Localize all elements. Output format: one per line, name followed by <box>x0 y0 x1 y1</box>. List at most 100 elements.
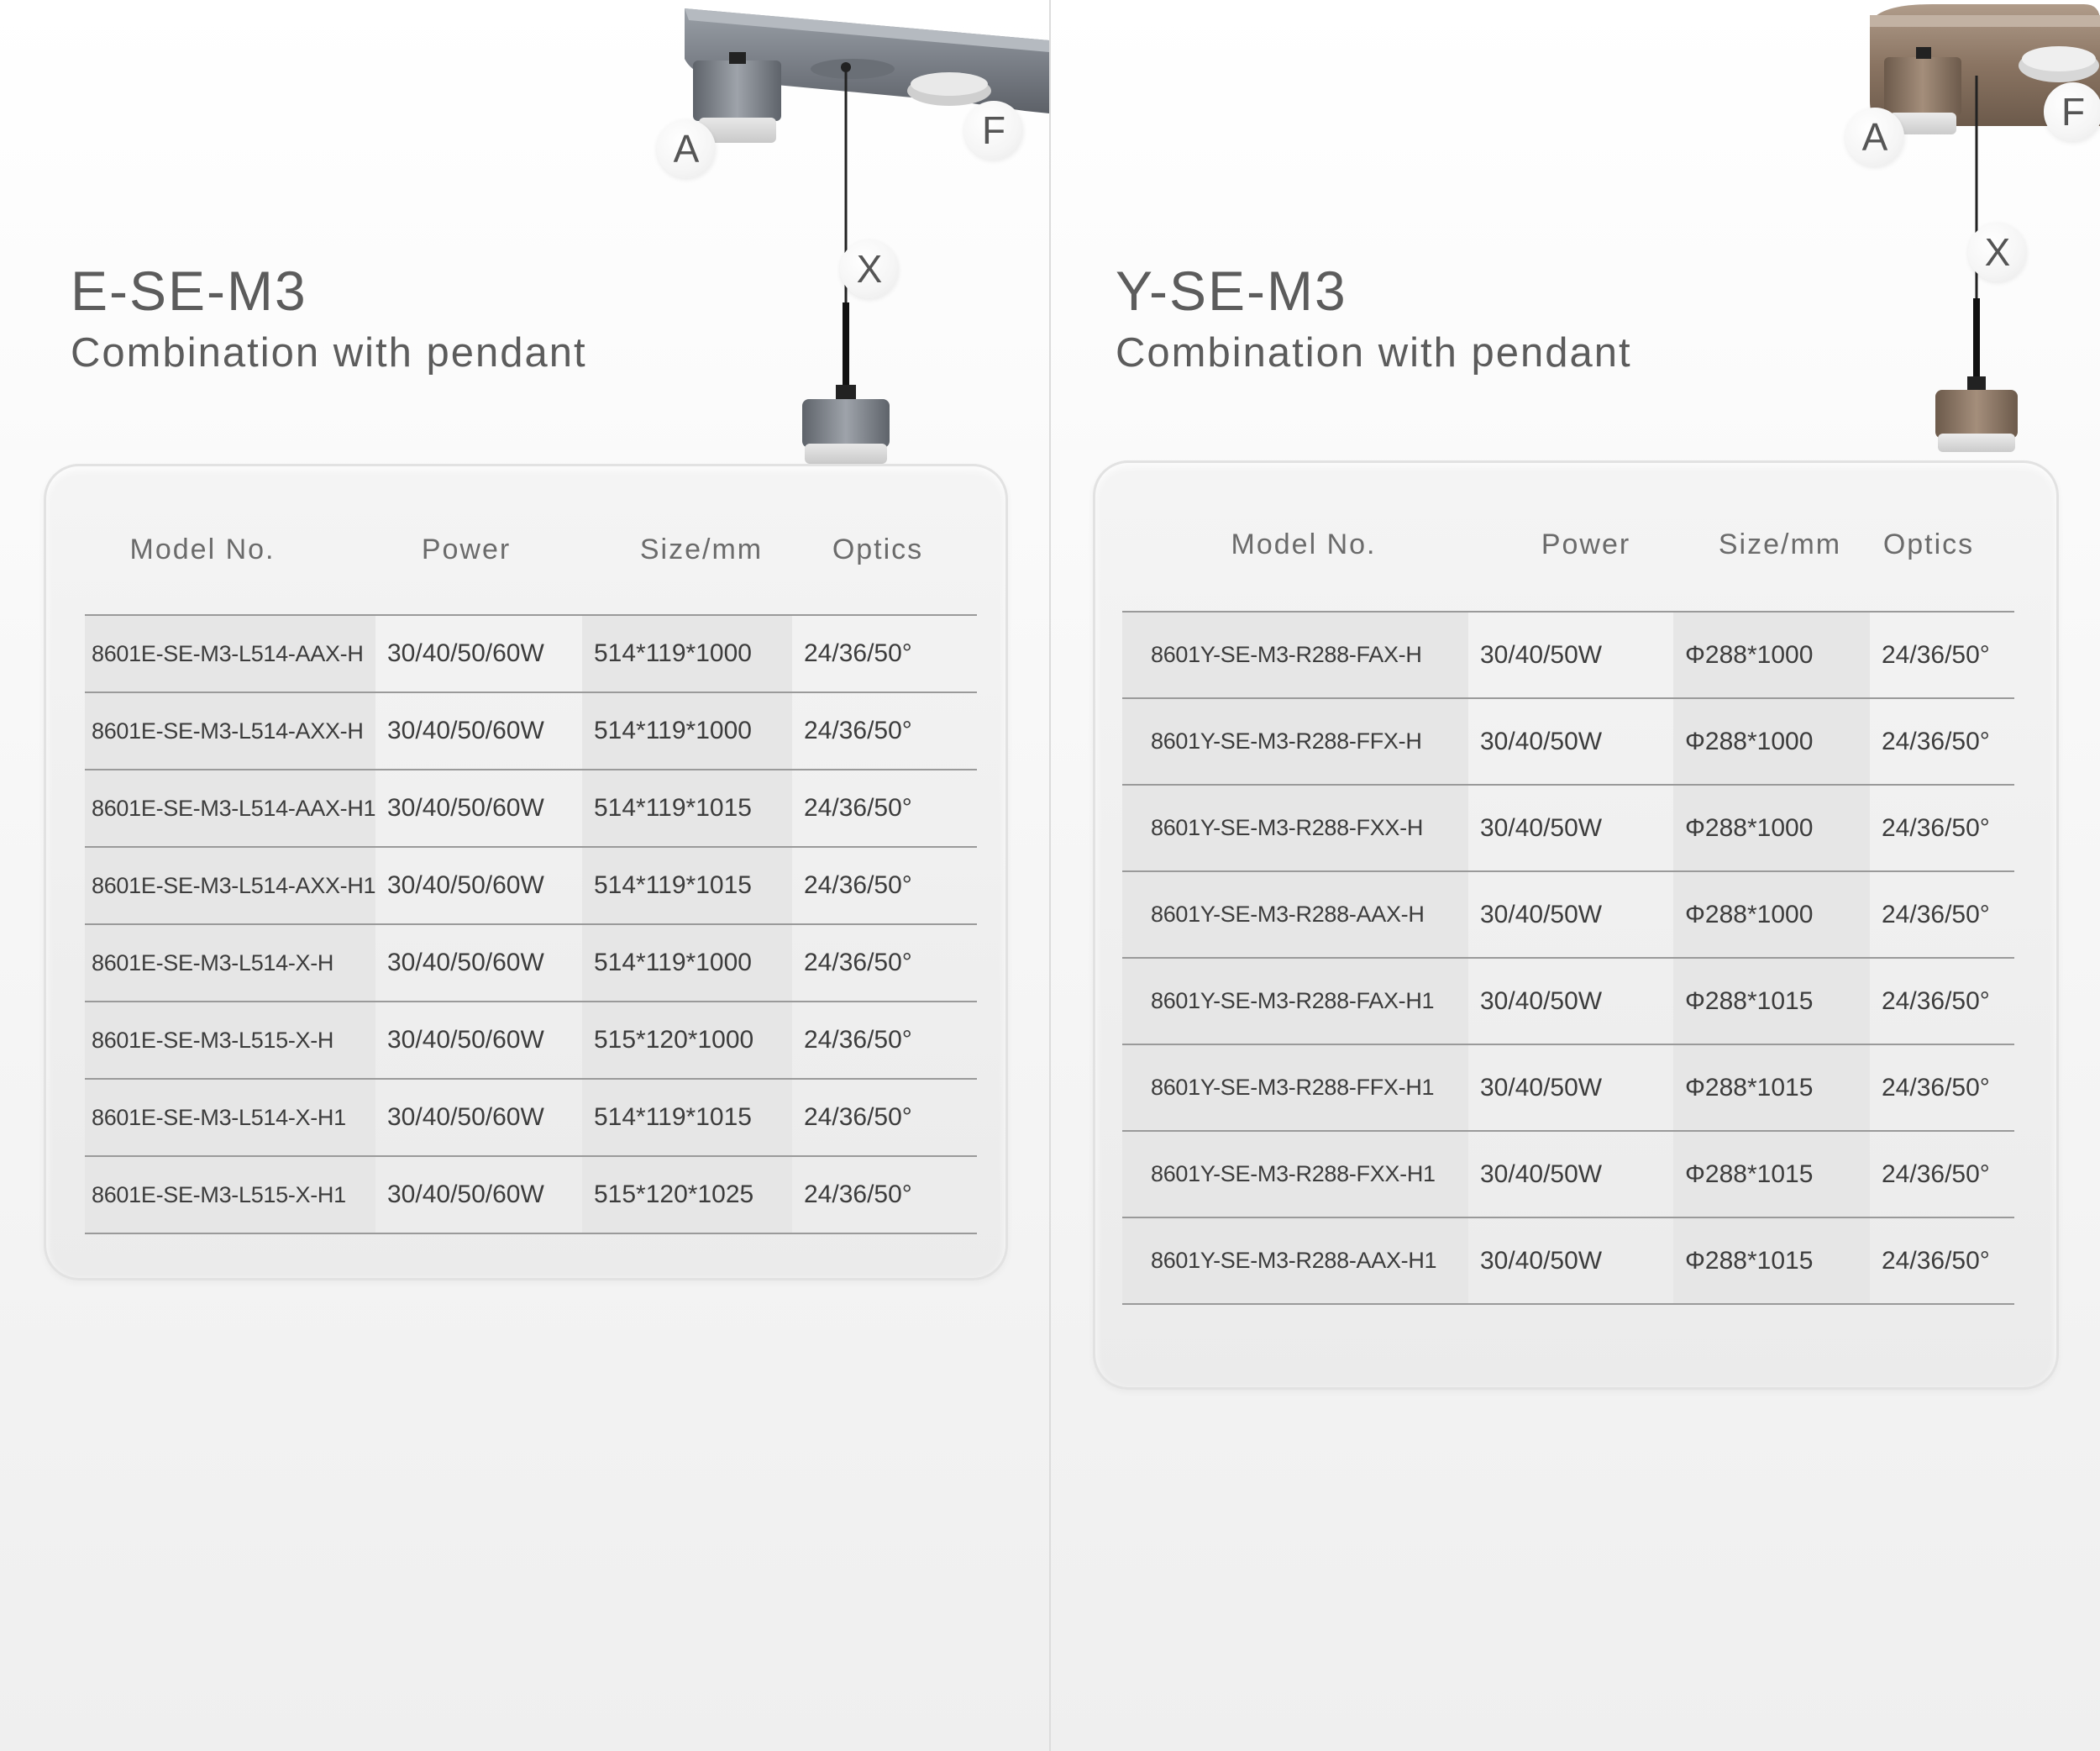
table-row: 8601E-SE-M3-L514-AAX-H1 30/40/50/60W 514*1… <box>85 770 977 848</box>
column-header-power: Power <box>1541 528 1631 560</box>
cell-optics: 24/36/50° <box>792 692 977 770</box>
cell-size: Φ288*1015 <box>1673 1044 1870 1132</box>
cell-model: 8601Y-SE-M3-R288-FFX-H1 <box>1122 1044 1468 1132</box>
cell-model: 8601Y-SE-M3-R288-AAX-H <box>1122 871 1468 959</box>
cell-size: 514*119*1000 <box>582 614 792 693</box>
cell-power: 30/40/50W <box>1468 611 1673 699</box>
label-badge-f: F <box>2044 82 2100 141</box>
table-row: 8601E-SE-M3-L514-X-H 30/40/50/60W 514*119*… <box>85 924 977 1002</box>
cell-model: 8601Y-SE-M3-R288-FXX-H1 <box>1122 1131 1468 1218</box>
cell-power: 30/40/50W <box>1468 1044 1673 1132</box>
cell-size: 514*119*1000 <box>582 692 792 770</box>
spec-card: Model No. Power Size/mm Optics 8601E-SE-… <box>44 464 1008 1280</box>
cell-power: 30/40/50W <box>1468 1131 1673 1218</box>
table-row: 8601E-SE-M3-L514-X-H1 30/40/50/60W 514*119… <box>85 1079 977 1157</box>
cell-model: 8601E-SE-M3-L514-AAX-H <box>85 614 375 693</box>
label-badge-x: X <box>1968 223 2027 281</box>
cell-power: 30/40/50/60W <box>375 692 582 770</box>
cell-power: 30/40/50W <box>1468 785 1673 872</box>
cell-size: Φ288*1015 <box>1673 958 1870 1045</box>
cell-optics: 24/36/50° <box>792 847 977 925</box>
cell-model: 8601E-SE-M3-L514-X-H <box>85 924 375 1002</box>
cell-optics: 24/36/50° <box>792 1156 977 1234</box>
cell-power: 30/40/50/60W <box>375 1002 582 1080</box>
cell-optics: 24/36/50° <box>1870 611 2014 699</box>
cell-optics: 24/36/50° <box>1870 698 2014 786</box>
cell-power: 30/40/50W <box>1468 958 1673 1045</box>
table-row: 8601Y-SE-M3-R288-FAX-H 30/40/50W Φ288*1000… <box>1122 611 2014 699</box>
cell-optics: 24/36/50° <box>1870 1044 2014 1132</box>
column-header-model: Model No. <box>129 534 276 565</box>
cell-size: Φ288*1000 <box>1673 611 1870 699</box>
cell-power: 30/40/50W <box>1468 698 1673 786</box>
cell-size: 514*119*1015 <box>582 1079 792 1157</box>
label-badge-a: A <box>1845 108 1904 166</box>
table-row: 8601E-SE-M3-L515-X-H 30/40/50/60W 515*120*… <box>85 1002 977 1080</box>
label-badge-x: X <box>840 239 899 298</box>
cell-optics: 24/36/50° <box>792 614 977 693</box>
cell-model: 8601E-SE-M3-L515-X-H <box>85 1002 375 1080</box>
cell-size: Φ288*1015 <box>1673 1131 1870 1218</box>
cell-model: 8601Y-SE-M3-R288-FAX-H <box>1122 611 1468 699</box>
cell-optics: 24/36/50° <box>792 770 977 848</box>
spec-table: 8601Y-SE-M3-R288-FAX-H 30/40/50W Φ288*1000… <box>1122 611 2014 1305</box>
table-row: 8601E-SE-M3-L514-AXX-H1 30/40/50/60W 514*1… <box>85 847 977 925</box>
cell-size: Φ288*1015 <box>1673 1217 1870 1305</box>
round-fixture-illustration <box>1870 4 2100 452</box>
cell-size: 515*120*1025 <box>582 1156 792 1234</box>
cell-model: 8601Y-SE-M3-R288-AAX-H1 <box>1122 1217 1468 1305</box>
product-subtitle: Combination with pendant <box>71 330 587 376</box>
cell-model: 8601E-SE-M3-L514-AAX-H1 <box>85 770 375 848</box>
cell-power: 30/40/50/60W <box>375 614 582 693</box>
table-row: 8601Y-SE-M3-R288-AAX-H 30/40/50W Φ288*1000… <box>1122 871 2014 959</box>
product-panel-e-se-m3: A F X E-SE-M3 Combination with pendant M… <box>0 0 1051 1751</box>
table-row: 8601E-SE-M3-L514-AAX-H 30/40/50/60W 514*11… <box>85 614 977 693</box>
table-row: 8601Y-SE-M3-R288-FXX-H 30/40/50W Φ288*1000… <box>1122 785 2014 872</box>
product-panel-y-se-m3: A F X Y-SE-M3 Combination with pendant M… <box>1051 0 2100 1751</box>
cell-optics: 24/36/50° <box>1870 958 2014 1045</box>
spec-card: Model No. Power Size/mm Optics 8601Y-SE-… <box>1093 460 2059 1390</box>
cell-optics: 24/36/50° <box>1870 871 2014 959</box>
cell-size: 514*119*1015 <box>582 770 792 848</box>
cell-optics: 24/36/50° <box>792 1002 977 1080</box>
table-row: 8601Y-SE-M3-R288-FXX-H1 30/40/50W Φ288*101… <box>1122 1131 2014 1218</box>
column-header-size: Size/mm <box>639 534 764 565</box>
product-title: E-SE-M3 <box>71 260 307 322</box>
table-row: 8601Y-SE-M3-R288-AAX-H1 30/40/50W Φ288*101… <box>1122 1217 2014 1305</box>
cell-size: Φ288*1000 <box>1673 871 1870 959</box>
cell-power: 30/40/50W <box>1468 871 1673 959</box>
table-row: 8601Y-SE-M3-R288-FAX-H1 30/40/50W Φ288*101… <box>1122 958 2014 1045</box>
column-header-optics: Optics <box>1882 528 1975 560</box>
label-badge-f: F <box>964 101 1023 160</box>
product-title: Y-SE-M3 <box>1116 260 1347 322</box>
spec-table: 8601E-SE-M3-L514-AAX-H 30/40/50/60W 514*11… <box>85 614 977 1234</box>
cell-optics: 24/36/50° <box>1870 1217 2014 1305</box>
table-row: 8601E-SE-M3-L515-X-H1 30/40/50/60W 515*120… <box>85 1156 977 1234</box>
cell-power: 30/40/50/60W <box>375 924 582 1002</box>
cell-model: 8601E-SE-M3-L514-AXX-H1 <box>85 847 375 925</box>
cell-model: 8601Y-SE-M3-R288-FFX-H <box>1122 698 1468 786</box>
cell-power: 30/40/50/60W <box>375 847 582 925</box>
cell-model: 8601E-SE-M3-L515-X-H1 <box>85 1156 375 1234</box>
cell-model: 8601E-SE-M3-L514-AXX-H <box>85 692 375 770</box>
cell-power: 30/40/50/60W <box>375 1156 582 1234</box>
cell-optics: 24/36/50° <box>1870 1131 2014 1218</box>
cell-model: 8601Y-SE-M3-R288-FXX-H <box>1122 785 1468 872</box>
cell-size: 514*119*1015 <box>582 847 792 925</box>
table-row: 8601Y-SE-M3-R288-FFX-H 30/40/50W Φ288*1000… <box>1122 698 2014 786</box>
cell-optics: 24/36/50° <box>792 1079 977 1157</box>
cell-size: 514*119*1000 <box>582 924 792 1002</box>
column-header-power: Power <box>421 534 512 565</box>
table-row: 8601Y-SE-M3-R288-FFX-H1 30/40/50W Φ288*101… <box>1122 1044 2014 1132</box>
cell-power: 30/40/50/60W <box>375 770 582 848</box>
column-header-optics: Optics <box>832 534 924 565</box>
label-badge-a: A <box>657 119 716 178</box>
column-header-model: Model No. <box>1231 528 1377 560</box>
cell-optics: 24/36/50° <box>1870 785 2014 872</box>
cell-model: 8601E-SE-M3-L514-X-H1 <box>85 1079 375 1157</box>
cell-power: 30/40/50/60W <box>375 1079 582 1157</box>
cell-size: Φ288*1000 <box>1673 785 1870 872</box>
cell-size: 515*120*1000 <box>582 1002 792 1080</box>
cell-size: Φ288*1000 <box>1673 698 1870 786</box>
cell-power: 30/40/50W <box>1468 1217 1673 1305</box>
